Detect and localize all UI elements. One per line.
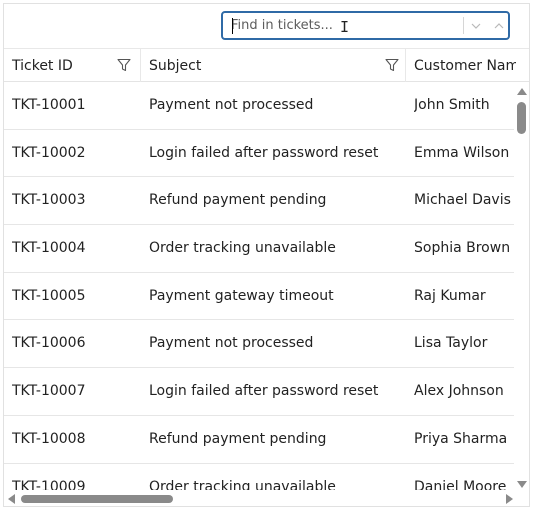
column-header-label: Subject <box>149 57 202 74</box>
horizontal-scrollbar[interactable] <box>4 490 529 506</box>
table-row[interactable]: TKT-10008 Refund payment pending Priya S… <box>4 416 516 464</box>
column-header-ticket-id[interactable]: Ticket ID <box>4 49 141 82</box>
grid-toolbar: I <box>4 4 529 48</box>
cell-customer-name[interactable]: Alex Johnson <box>414 368 516 414</box>
cell-customer-name[interactable]: Emma Wilson <box>414 130 516 176</box>
column-header-label: Customer Name <box>414 57 516 74</box>
cell-customer-name[interactable]: John Smith <box>414 82 516 128</box>
chevron-down-icon <box>471 23 481 29</box>
table-row[interactable]: TKT-10004 Order tracking unavailable Sop… <box>4 225 516 273</box>
cell-subject[interactable]: Login failed after password reset <box>149 130 404 176</box>
filter-icon[interactable] <box>116 57 132 73</box>
cell-ticket-id[interactable]: TKT-10007 <box>12 368 137 414</box>
cell-subject[interactable]: Refund payment pending <box>149 177 404 223</box>
text-caret <box>232 18 233 34</box>
cell-ticket-id[interactable]: TKT-10002 <box>12 130 137 176</box>
scroll-down-arrow-icon[interactable] <box>517 481 527 488</box>
cell-subject[interactable]: Login failed after password reset <box>149 368 404 414</box>
cell-ticket-id[interactable]: TKT-10004 <box>12 225 137 271</box>
table-row[interactable]: TKT-10003 Refund payment pending Michael… <box>4 177 516 226</box>
cell-subject[interactable]: Payment not processed <box>149 82 404 128</box>
cell-ticket-id[interactable]: TKT-10003 <box>12 177 137 223</box>
table-row[interactable]: TKT-10001 Payment not processed John Smi… <box>4 82 516 130</box>
cell-subject[interactable]: Order tracking unavailable <box>149 225 404 271</box>
table-row[interactable]: TKT-10007 Login failed after password re… <box>4 368 516 416</box>
filter-icon[interactable] <box>384 57 400 73</box>
cell-customer-name[interactable]: Raj Kumar <box>414 273 516 319</box>
column-header-subject[interactable]: Subject <box>141 49 406 82</box>
cell-subject[interactable]: Refund payment pending <box>149 416 404 462</box>
vertical-scroll-thumb[interactable] <box>517 102 526 134</box>
scroll-left-arrow-icon[interactable] <box>8 494 15 504</box>
grid-rows: TKT-10001 Payment not processed John Smi… <box>4 82 516 492</box>
cell-ticket-id[interactable]: TKT-10001 <box>12 82 137 128</box>
cell-customer-name[interactable]: Sophia Brown <box>414 225 516 271</box>
cell-subject[interactable]: Order tracking unavailable <box>149 464 404 493</box>
find-previous-button[interactable] <box>489 16 509 35</box>
search-box[interactable]: I <box>221 11 510 40</box>
table-row[interactable]: TKT-10002 Login failed after password re… <box>4 130 516 178</box>
scroll-up-arrow-icon[interactable] <box>517 88 527 95</box>
text-cursor-icon: I <box>340 18 350 36</box>
cell-ticket-id[interactable]: TKT-10006 <box>12 320 137 366</box>
cell-customer-name[interactable]: Priya Sharma <box>414 416 516 462</box>
cell-customer-name[interactable]: Michael Davis <box>414 177 516 223</box>
cell-ticket-id[interactable]: TKT-10005 <box>12 273 137 319</box>
column-header-customer-name[interactable]: Customer Name <box>406 49 516 82</box>
scroll-right-arrow-icon[interactable] <box>506 494 513 504</box>
cell-customer-name[interactable]: Daniel Moore <box>414 464 516 493</box>
cell-subject[interactable]: Payment gateway timeout <box>149 273 404 319</box>
table-row[interactable]: TKT-10006 Payment not processed Lisa Tay… <box>4 320 516 369</box>
table-row[interactable]: TKT-10009 Order tracking unavailable Dan… <box>4 464 516 493</box>
grid-header: Ticket ID Subject Customer Name <box>4 48 529 82</box>
scrollbar-corner <box>514 490 529 506</box>
cell-ticket-id[interactable]: TKT-10009 <box>12 464 137 493</box>
search-separator <box>463 17 464 34</box>
cell-customer-name[interactable]: Lisa Taylor <box>414 320 516 366</box>
column-header-label: Ticket ID <box>12 57 73 74</box>
cell-ticket-id[interactable]: TKT-10008 <box>12 416 137 462</box>
chevron-up-icon <box>494 22 504 28</box>
cell-subject[interactable]: Payment not processed <box>149 320 404 366</box>
horizontal-scroll-thumb[interactable] <box>21 495 173 503</box>
tickets-grid: I Ticket ID Subject Customer Name TKT-10… <box>3 3 530 507</box>
table-row[interactable]: TKT-10005 Payment gateway timeout Raj Ku… <box>4 273 516 321</box>
find-next-button[interactable] <box>466 16 486 35</box>
vertical-scrollbar[interactable] <box>514 82 529 492</box>
